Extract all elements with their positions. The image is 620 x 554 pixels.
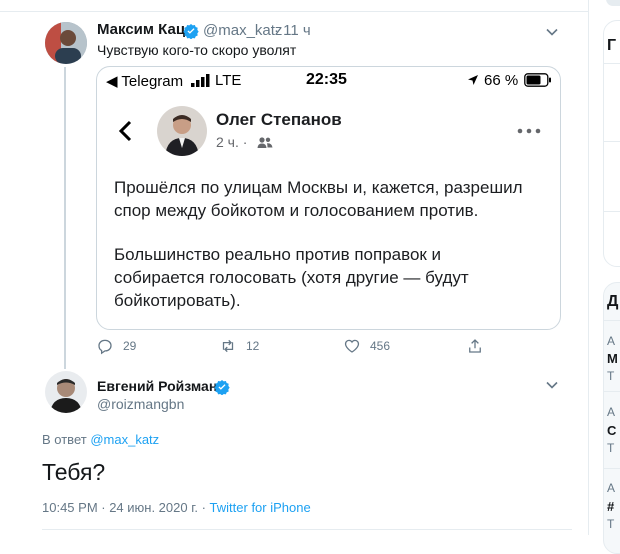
sidebar-card-2: Д А М Т А С Т А # Т — [603, 282, 620, 554]
in-reply-to: В ответ @max_katz — [42, 432, 159, 447]
sidebar-card-1-sep1 — [604, 63, 620, 64]
chevron-down-icon[interactable] — [545, 25, 559, 39]
friends-icon — [257, 137, 273, 148]
sidebar-card-1-sep2 — [604, 141, 620, 142]
share-button[interactable] — [466, 337, 484, 355]
tweet-actions: 29 12 456 — [96, 337, 496, 357]
status-battery-text: 66 % — [484, 72, 519, 89]
status-carrier: ◀ Telegram — [106, 73, 184, 90]
bottom-divider — [42, 529, 572, 530]
sidebar-row3-sub: А — [607, 481, 616, 495]
sidebar-row1-tail: Т — [607, 369, 615, 383]
reply-meta: 10:45 PM · 24 июн. 2020 г. · Twitter for… — [42, 500, 311, 515]
verified-badge-icon — [214, 380, 230, 395]
reply-count: 29 — [123, 339, 137, 353]
tweet-time[interactable]: · 11 ч — [274, 22, 311, 39]
tweet-handle[interactable]: @max_katz — [203, 22, 282, 39]
status-network: LTE — [215, 72, 242, 89]
reply-timestamp[interactable]: 10:45 PM · 24 июн. 2020 г. · — [42, 500, 210, 515]
reply-author-name[interactable]: Евгений Ройзман — [97, 378, 217, 394]
sidebar-row3-tail: Т — [607, 517, 615, 531]
in-reply-handle-link[interactable]: @max_katz — [90, 432, 159, 447]
status-time: 22:35 — [306, 71, 347, 88]
phone-status-bar: ◀ Telegram LTE 22:35 66 % — [97, 67, 560, 93]
sidebar-row2-tail: Т — [607, 441, 615, 455]
like-icon — [344, 339, 360, 353]
sidebar-card-2-sep1 — [604, 320, 620, 321]
tweet-text: Чувствую кого-то скоро уволят — [97, 42, 297, 58]
back-chevron-icon[interactable] — [117, 120, 133, 142]
verified-badge-icon — [183, 24, 199, 39]
reply-text: Тебя? — [42, 459, 106, 485]
signal-bars-icon — [191, 74, 210, 87]
retweet-icon — [222, 339, 234, 353]
chevron-down-icon[interactable] — [545, 378, 559, 392]
avatar-oleg-stepanov — [157, 106, 207, 156]
top-divider — [0, 11, 588, 12]
post-paragraph2-line3: бойкотировать). — [114, 291, 241, 310]
reply-button[interactable]: 29 — [96, 337, 136, 355]
sidebar-card-2-sep3 — [604, 468, 620, 469]
battery-icon — [524, 73, 551, 87]
embedded-screenshot[interactable]: ◀ Telegram LTE 22:35 66 % Олег Степанов … — [96, 66, 561, 330]
like-button[interactable]: 456 — [343, 337, 390, 355]
retweet-count: 12 — [246, 339, 260, 353]
sidebar-card-1-letter: Г — [607, 37, 617, 54]
more-dots-icon[interactable] — [517, 128, 541, 134]
sidebar-card-2-sep2 — [604, 391, 620, 392]
reply-icon — [98, 339, 112, 355]
sidebar-row2-sub: А — [607, 405, 616, 419]
thread-line — [64, 67, 66, 369]
sidebar-row2-main[interactable]: С — [607, 423, 616, 438]
in-reply-prefix: В ответ — [42, 432, 87, 447]
reply-handle[interactable]: @roizmangbn — [97, 396, 184, 412]
avatar-max-katz[interactable] — [45, 22, 87, 64]
right-sidebar: Г Д А М Т А С Т А # Т — [589, 0, 620, 554]
sidebar-card-1-sep3 — [604, 211, 620, 212]
like-count: 456 — [370, 339, 391, 353]
sidebar-row1-sub: А — [607, 334, 616, 348]
location-arrow-icon — [468, 75, 478, 85]
post-paragraph1-line2: спор между бойкотом и голосованием проти… — [114, 201, 479, 220]
sidebar-search-edge[interactable] — [606, 0, 620, 6]
sidebar-card-1: Г — [603, 20, 620, 267]
avatar-roizman[interactable] — [45, 371, 87, 413]
post-author-name: Олег Степанов — [216, 110, 342, 129]
post-time: 2 ч. · — [216, 134, 248, 150]
post-paragraph2-line1: Большинство реально против поправок и — [114, 245, 442, 264]
post-paragraph2-line2: собирается голосовать (хотя другие — буд… — [114, 268, 469, 287]
sidebar-card-2-letter: Д — [607, 293, 619, 310]
reply-source-link[interactable]: Twitter for iPhone — [210, 500, 311, 515]
post-paragraph1-line1: Прошёлся по улицам Москвы и, кажется, ра… — [114, 178, 523, 197]
tweet-author-name[interactable]: Максим Кац — [97, 21, 185, 38]
retweet-button[interactable]: 12 — [219, 337, 259, 355]
share-icon — [469, 339, 481, 353]
sidebar-row1-main[interactable]: М — [607, 351, 618, 366]
main-column: Максим Кац @max_katz · 11 ч Чувствую ког… — [0, 0, 589, 535]
sidebar-row3-main[interactable]: # — [607, 499, 614, 514]
